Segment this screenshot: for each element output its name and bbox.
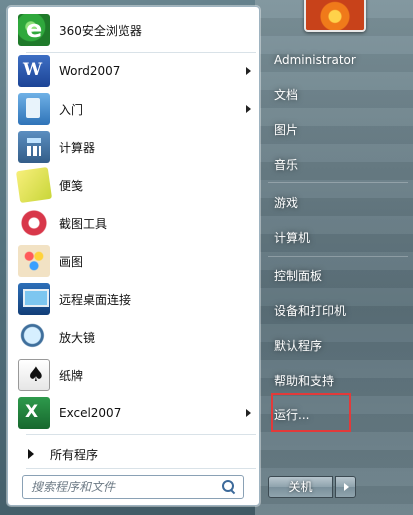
divider	[26, 468, 256, 469]
computer-link[interactable]: 计算机	[267, 225, 359, 251]
solitaire-icon	[18, 359, 50, 391]
program-label: 便笺	[59, 178, 84, 193]
program-label: Excel2007	[59, 406, 122, 420]
divider	[26, 434, 256, 435]
program-item[interactable]: Excel2007	[18, 395, 258, 431]
documents-link[interactable]: 文档	[267, 82, 359, 108]
program-label: 360安全浏览器	[59, 23, 142, 38]
paint-icon	[18, 245, 50, 277]
submenu-arrow-icon[interactable]	[246, 409, 251, 417]
program-label: 画图	[59, 254, 84, 269]
music-link[interactable]: 音乐	[267, 152, 359, 178]
program-label: 入门	[59, 102, 84, 117]
snipping-tool-icon	[18, 207, 50, 239]
sticky-notes-icon	[15, 166, 53, 204]
user-folder-link[interactable]: Administrator	[267, 47, 359, 73]
right-divider	[268, 256, 408, 257]
programs-pane: 360安全浏览器 Word2007 入门 计算器 便笺 截图工具 画图 远程桌面…	[7, 6, 260, 506]
program-item[interactable]: Word2007	[18, 53, 258, 89]
program-item[interactable]: 截图工具	[18, 205, 258, 241]
program-item[interactable]: 入门	[18, 91, 258, 127]
program-label: 远程桌面连接	[59, 292, 132, 307]
program-label: 计算器	[59, 140, 96, 155]
help-support-link[interactable]: 帮助和支持	[267, 368, 359, 394]
all-programs-label: 所有程序	[50, 447, 99, 462]
devices-printers-link[interactable]: 设备和打印机	[267, 298, 359, 324]
remote-desktop-icon	[18, 283, 50, 315]
all-programs-button[interactable]: 所有程序	[22, 441, 258, 467]
program-label: 放大镜	[59, 330, 96, 345]
program-label: 截图工具	[59, 216, 108, 231]
browser-360-icon	[18, 14, 50, 46]
magnifier-icon	[18, 321, 50, 353]
pictures-link[interactable]: 图片	[267, 117, 359, 143]
search-input[interactable]	[31, 477, 221, 497]
shutdown-button[interactable]: 关机	[268, 476, 333, 498]
program-item[interactable]: 远程桌面连接	[18, 281, 258, 317]
word-icon	[18, 55, 50, 87]
default-programs-link[interactable]: 默认程序	[267, 333, 359, 359]
calculator-icon	[18, 131, 50, 163]
user-avatar[interactable]	[304, 0, 366, 32]
run-highlight-box	[271, 393, 351, 432]
control-panel-link[interactable]: 控制面板	[267, 263, 359, 289]
triangle-right-icon	[28, 449, 34, 459]
games-link[interactable]: 游戏	[267, 190, 359, 216]
program-item[interactable]: 360安全浏览器	[18, 12, 258, 48]
right-divider	[268, 182, 408, 183]
program-item[interactable]: 放大镜	[18, 319, 258, 355]
excel-icon	[18, 397, 50, 429]
program-item[interactable]: 便笺	[15, 166, 258, 204]
program-label: 纸牌	[59, 368, 84, 383]
shutdown-options-button[interactable]	[335, 476, 356, 498]
flower-image	[306, 0, 364, 30]
program-item[interactable]: 计算器	[18, 129, 258, 165]
search-box[interactable]	[22, 475, 244, 499]
right-pane	[255, 0, 413, 515]
program-item[interactable]: 纸牌	[18, 357, 258, 393]
submenu-arrow-icon[interactable]	[246, 67, 251, 75]
submenu-arrow-icon[interactable]	[246, 105, 251, 113]
getting-started-icon	[18, 93, 50, 125]
program-item[interactable]: 画图	[18, 243, 258, 279]
search-icon[interactable]	[221, 479, 237, 495]
program-label: Word2007	[59, 64, 121, 78]
